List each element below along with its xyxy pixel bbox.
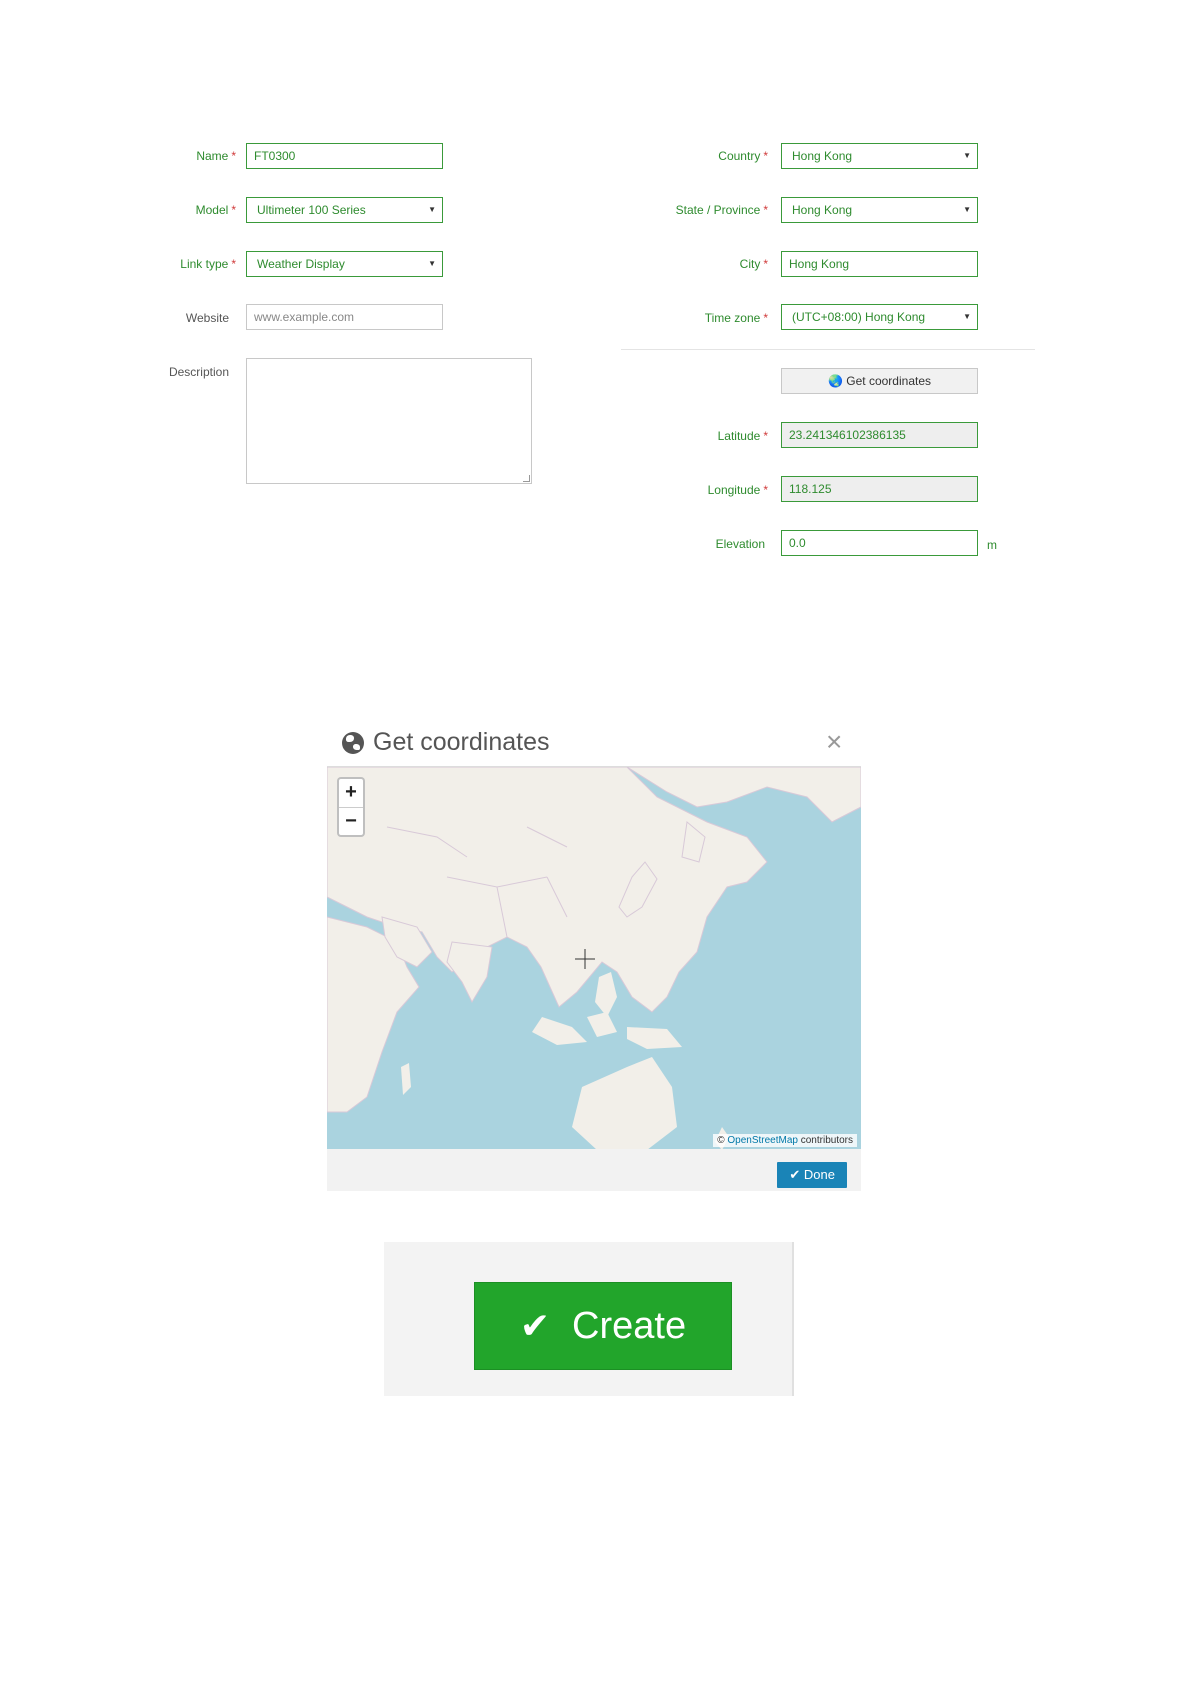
- zoom-control: + −: [337, 777, 365, 837]
- elevation-input[interactable]: 0.0: [781, 530, 978, 556]
- globe-icon: [342, 731, 364, 754]
- state-label: State / Province *: [675, 203, 768, 217]
- osm-link[interactable]: OpenStreetMap: [727, 1135, 798, 1146]
- map-view[interactable]: + − © OpenStreetMap contributors: [327, 766, 861, 1149]
- latitude-label: Latitude *: [717, 429, 768, 443]
- website-label: Website: [185, 311, 229, 325]
- link-type-select[interactable]: Weather Display ▼: [246, 251, 443, 277]
- chevron-down-icon: ▼: [963, 151, 971, 160]
- get-coordinates-button[interactable]: 🌏 Get coordinates: [781, 368, 978, 394]
- elevation-label: Elevation: [715, 537, 765, 551]
- chevron-down-icon: ▼: [963, 312, 971, 321]
- zoom-in-button[interactable]: +: [339, 779, 363, 807]
- description-textarea[interactable]: [246, 358, 532, 484]
- country-label: Country *: [718, 149, 768, 163]
- city-input[interactable]: Hong Kong: [781, 251, 978, 277]
- create-panel: ✔ Create: [384, 1242, 794, 1396]
- chevron-down-icon: ▼: [428, 259, 436, 268]
- city-label: City *: [739, 257, 768, 271]
- name-input[interactable]: FT0300: [246, 143, 443, 169]
- close-icon[interactable]: ×: [826, 728, 842, 756]
- section-divider: [621, 349, 1035, 350]
- resize-handle-icon[interactable]: [523, 475, 530, 482]
- state-select[interactable]: Hong Kong ▼: [781, 197, 978, 223]
- check-icon: ✔: [519, 1305, 551, 1346]
- longitude-input: 118.125: [781, 476, 978, 502]
- longitude-label: Longitude *: [707, 483, 768, 497]
- timezone-label: Time zone *: [704, 311, 768, 325]
- name-label: Name *: [196, 149, 236, 163]
- latitude-input: 23.241346102386135: [781, 422, 978, 448]
- zoom-out-button[interactable]: −: [339, 807, 363, 835]
- description-label: Description: [168, 365, 229, 379]
- website-input[interactable]: www.example.com: [246, 304, 443, 330]
- map-attribution: © OpenStreetMap contributors: [713, 1134, 857, 1147]
- country-select[interactable]: Hong Kong ▼: [781, 143, 978, 169]
- done-button[interactable]: ✔ Done: [777, 1162, 847, 1188]
- model-select[interactable]: Ultimeter 100 Series ▼: [246, 197, 443, 223]
- elevation-unit: m: [987, 538, 997, 552]
- link-type-label: Link type *: [180, 257, 236, 271]
- create-button[interactable]: ✔ Create: [474, 1282, 732, 1370]
- check-icon: ✔: [789, 1167, 801, 1182]
- world-map: [327, 767, 861, 1149]
- modal-footer: ✔ Done: [327, 1149, 861, 1191]
- chevron-down-icon: ▼: [428, 205, 436, 214]
- model-label: Model *: [195, 203, 236, 217]
- globe-icon: 🌏: [827, 374, 843, 388]
- modal-title: Get coordinates: [342, 728, 550, 757]
- timezone-select[interactable]: (UTC+08:00) Hong Kong ▼: [781, 304, 978, 330]
- chevron-down-icon: ▼: [963, 205, 971, 214]
